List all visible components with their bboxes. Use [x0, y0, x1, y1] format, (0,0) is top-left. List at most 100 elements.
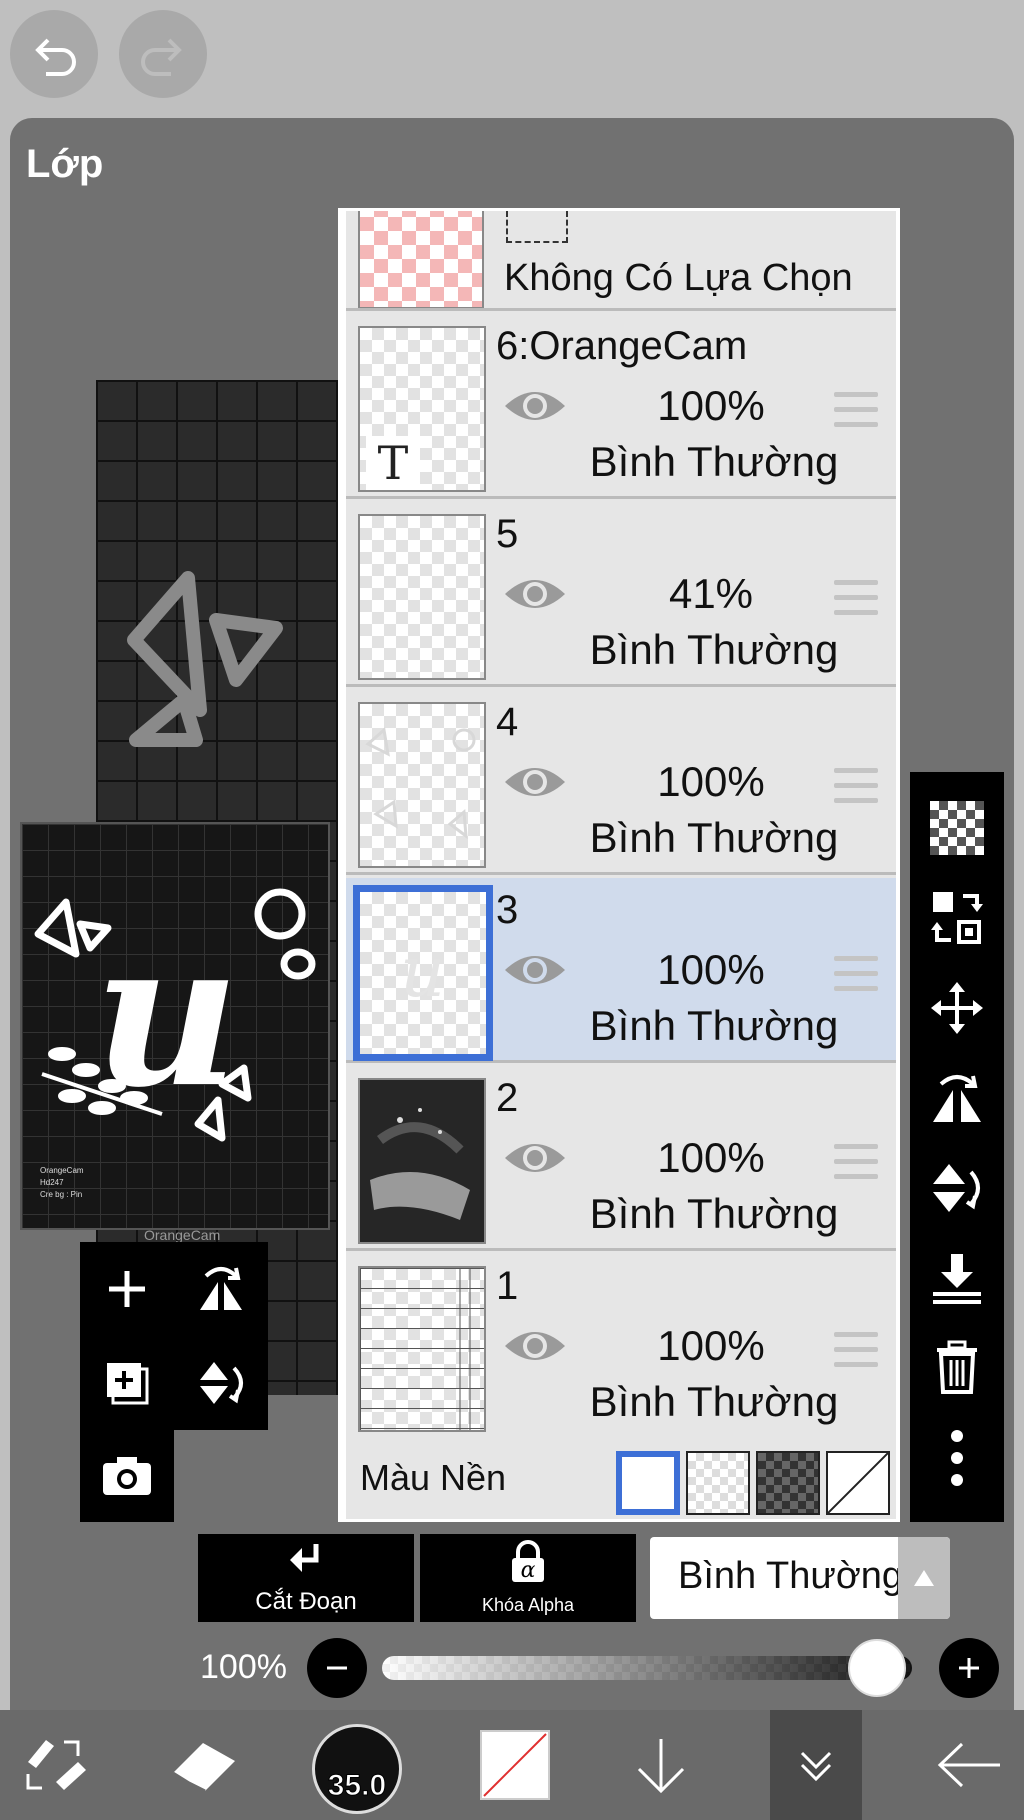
move-button[interactable]: [910, 968, 1004, 1048]
blend-mode-select[interactable]: Bình Thường: [650, 1537, 950, 1619]
selection-marquee-icon: [506, 211, 568, 243]
more-options-button[interactable]: [910, 1418, 1004, 1498]
bg-swatch-none[interactable]: [826, 1451, 890, 1515]
layer-row-1[interactable]: 1 100% Bình Thường: [346, 1254, 896, 1439]
redo-icon: [141, 38, 182, 76]
drag-handle-icon[interactable]: [834, 1144, 878, 1189]
layer-name: 4: [496, 700, 519, 744]
drag-handle-icon[interactable]: [834, 580, 878, 625]
selection-layer-row[interactable]: Không Có Lựa Chọn: [346, 211, 896, 311]
drag-handle-icon[interactable]: [834, 956, 878, 1001]
layer-thumbnail: u: [353, 885, 493, 1061]
visibility-eye-icon[interactable]: [502, 1326, 568, 1371]
swap-layers-icon: [931, 892, 983, 944]
visibility-eye-icon[interactable]: [502, 386, 568, 431]
flip-layer-horizontal-button[interactable]: [910, 1058, 1004, 1138]
transparency-button[interactable]: [910, 788, 1004, 868]
layer-4-artwork: [365, 727, 476, 840]
undo-icon: [35, 38, 76, 76]
selection-label: Không Có Lựa Chọn: [504, 257, 853, 299]
layer-row-3[interactable]: u 3 100% Bình Thường: [346, 878, 896, 1063]
bg-swatch-white[interactable]: [616, 1451, 680, 1515]
opacity-decrease-button[interactable]: [307, 1638, 367, 1698]
add-layer-button[interactable]: [80, 1242, 174, 1336]
drag-handle-icon[interactable]: [834, 1332, 878, 1377]
back-button[interactable]: [914, 1710, 1024, 1820]
flip-layer-vertical-button[interactable]: [910, 1148, 1004, 1228]
eraser-icon: [172, 1743, 235, 1793]
bg-swatch-light-checker[interactable]: [686, 1451, 750, 1515]
redo-button[interactable]: [119, 10, 207, 98]
checker-icon: [930, 801, 984, 855]
camera-button[interactable]: [80, 1430, 174, 1522]
layer-copy-swap-button[interactable]: [910, 878, 1004, 958]
layer-blend-mode: Bình Thường: [589, 626, 839, 673]
flip-horizontal-button[interactable]: [174, 1242, 268, 1336]
layer-opacity[interactable]: 100%: [636, 946, 786, 994]
layer-opacity-label: 100%: [200, 1648, 287, 1686]
layer-opacity[interactable]: 41%: [636, 570, 786, 618]
move-icon: [931, 982, 983, 1034]
alpha-lock-button[interactable]: α Khóa Alpha: [420, 1534, 636, 1622]
layer-row-6[interactable]: T 6:OrangeCam 100% Bình Thường: [346, 314, 896, 499]
trash-icon: [937, 1340, 977, 1394]
arrow-down-icon: [637, 1739, 685, 1794]
add-layer-copy-button[interactable]: [80, 1336, 174, 1430]
layer-thumbnail: [358, 1266, 486, 1432]
opacity-slider[interactable]: [382, 1656, 912, 1680]
minus-icon: [327, 1666, 347, 1670]
visibility-eye-icon[interactable]: [502, 574, 568, 619]
layer-opacity[interactable]: 100%: [636, 1322, 786, 1370]
layer-opacity[interactable]: 100%: [636, 1134, 786, 1182]
transform-tool-button[interactable]: [0, 1710, 110, 1820]
opacity-increase-button[interactable]: [939, 1638, 999, 1698]
clipping-button[interactable]: Cắt Đoạn: [198, 1534, 414, 1622]
color-button[interactable]: [460, 1710, 570, 1820]
layer-row-5[interactable]: 5 41% Bình Thường: [346, 502, 896, 687]
layer-opacity[interactable]: 100%: [636, 758, 786, 806]
delete-layer-button[interactable]: [910, 1328, 1004, 1408]
alpha-symbol: α: [520, 1558, 536, 1583]
arrow-left-icon: [937, 1742, 1000, 1788]
visibility-eye-icon[interactable]: [502, 1138, 568, 1183]
drag-handle-icon[interactable]: [834, 392, 878, 437]
visibility-eye-icon[interactable]: [502, 762, 568, 807]
flip-vertical-button[interactable]: [174, 1336, 268, 1430]
more-vertical-icon: [951, 1430, 963, 1486]
bg-swatch-dark-checker[interactable]: [756, 1451, 820, 1515]
blend-mode-dropdown[interactable]: [898, 1537, 950, 1619]
layer-name: 3: [496, 888, 519, 932]
brush-size-value: 35.0: [327, 1769, 387, 1803]
drag-handle-icon[interactable]: [834, 768, 878, 813]
plus-icon: [959, 1658, 979, 1678]
preview-credit-3: Cre bg : Pin: [40, 1190, 83, 1199]
layer-3-artwork: u: [400, 931, 445, 1013]
move-layer-down-button[interactable]: [606, 1710, 716, 1820]
layer-side-toolbar: [910, 772, 1004, 1522]
opacity-slider-knob[interactable]: [848, 1639, 906, 1697]
layer-2-photo: [360, 1080, 484, 1242]
color-swatch: [480, 1730, 550, 1800]
layer-list[interactable]: Không Có Lựa Chọn T 6:OrangeCam 100% Bìn…: [338, 208, 900, 1522]
layer-blend-mode: Bình Thường: [589, 1002, 839, 1049]
selection-thumbnail: [358, 211, 484, 308]
bottom-toolbar: [0, 1710, 1024, 1820]
visibility-eye-icon[interactable]: [502, 950, 568, 995]
undo-button[interactable]: [10, 10, 98, 98]
camera-icon: [103, 1457, 151, 1495]
layers-toggle-button[interactable]: [770, 1710, 862, 1820]
blend-mode-value: Bình Thường: [678, 1555, 904, 1597]
merge-down-button[interactable]: [910, 1238, 1004, 1318]
layer-row-2[interactable]: 2 100% Bình Thường: [346, 1066, 896, 1251]
layer-blend-mode: Bình Thường: [589, 1378, 839, 1425]
clipping-label: Cắt Đoạn: [255, 1588, 357, 1615]
layer-blend-mode: Bình Thường: [589, 1190, 839, 1237]
add-copy-icon: [107, 1363, 149, 1405]
canvas-preview[interactable]: u OrangeCam Hd247 Cre bg : Pin: [20, 822, 330, 1230]
layer-opacity[interactable]: 100%: [636, 382, 786, 430]
preview-credit-2: Hd247: [40, 1178, 64, 1187]
brush-size-button[interactable]: 35.0: [312, 1724, 402, 1814]
eraser-tool-button[interactable]: [150, 1710, 260, 1820]
layer-blend-mode: Bình Thường: [589, 814, 839, 861]
layer-row-4[interactable]: 4 100% Bình Thường: [346, 690, 896, 875]
